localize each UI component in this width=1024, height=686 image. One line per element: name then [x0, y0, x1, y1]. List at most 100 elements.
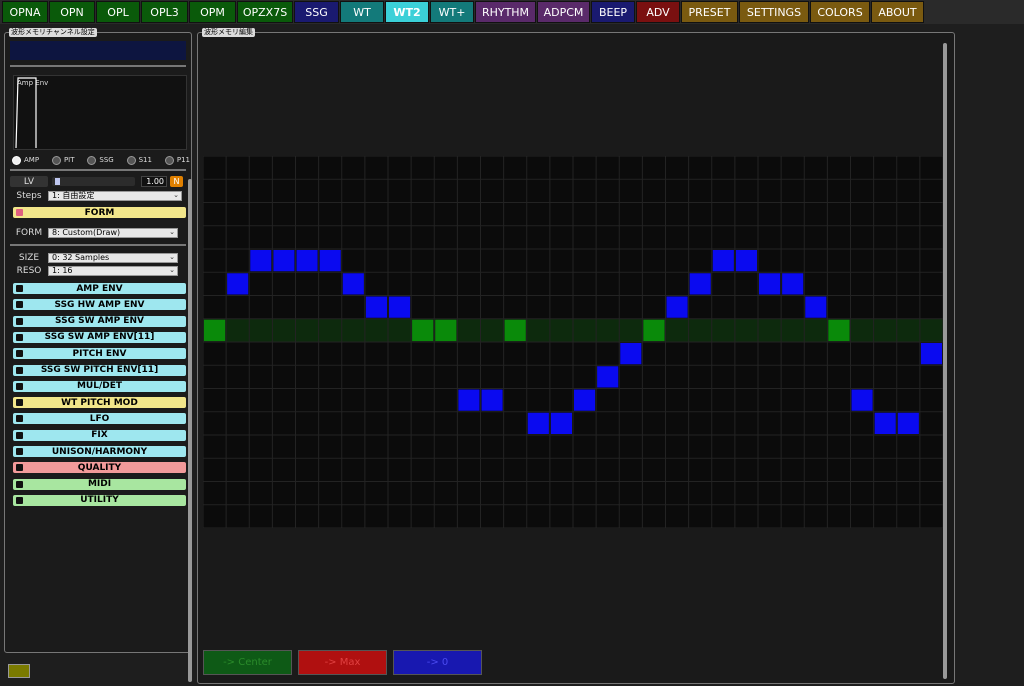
- tab-adpcm[interactable]: ADPCM: [537, 1, 590, 23]
- waveform-sample-cell[interactable]: [666, 296, 688, 318]
- section-bar-lfo[interactable]: LFO: [13, 413, 186, 425]
- section-bar-ssg-sw-pitch-env-11-[interactable]: SSG SW PITCH ENV[11]: [13, 364, 186, 376]
- section-bar-amp-env[interactable]: AMP ENV: [13, 283, 186, 294]
- waveform-grid[interactable]: [203, 156, 943, 528]
- waveform-sample-cell[interactable]: [897, 412, 919, 434]
- steps-select-value: 1: 自由設定: [52, 191, 95, 200]
- tab-wt[interactable]: WT: [340, 1, 384, 23]
- waveform-sample-cell[interactable]: [504, 319, 526, 341]
- lv-n-button[interactable]: N: [170, 176, 183, 187]
- waveform-sample-cell[interactable]: [874, 412, 896, 434]
- radio-label: SSG: [99, 156, 114, 164]
- section-bar-mul-det[interactable]: MUL/DET: [13, 380, 186, 392]
- right-scrollbar[interactable]: [943, 43, 947, 679]
- radio-dot-icon[interactable]: [87, 155, 97, 165]
- waveform-sample-cell[interactable]: [435, 319, 457, 341]
- reso-row: RESO 1: 16 ⌄: [10, 265, 186, 276]
- waveform-sample-cell[interactable]: [412, 319, 434, 341]
- radio-pit[interactable]: PIT: [51, 155, 75, 165]
- tab-beep[interactable]: BEEP: [591, 1, 635, 23]
- waveform-sample-cell[interactable]: [735, 250, 757, 272]
- to-center-button[interactable]: -> Center: [203, 650, 292, 675]
- radio-dot-icon[interactable]: [126, 155, 136, 165]
- section-bar-label: LFO: [89, 413, 110, 424]
- radio-dot-icon[interactable]: [164, 155, 174, 165]
- section-indicator-icon: [16, 415, 23, 423]
- waveform-sample-cell[interactable]: [597, 366, 619, 388]
- tab-opm[interactable]: OPM: [189, 1, 236, 23]
- waveform-sample-cell[interactable]: [920, 343, 942, 365]
- wavetable-channel-settings-panel: 波形メモリチャンネル設定 Amp Env AMP PIT SSG S11 P11 LV …: [4, 28, 192, 682]
- waveform-sample-cell[interactable]: [389, 296, 411, 318]
- section-bar-midi[interactable]: MIDI: [13, 478, 186, 490]
- lv-value[interactable]: 1.00: [141, 176, 167, 187]
- waveform-sample-cell[interactable]: [527, 412, 549, 434]
- tab-adv[interactable]: ADV: [636, 1, 680, 23]
- radio-amp[interactable]: AMP: [12, 155, 39, 165]
- section-bar-unison-harmony[interactable]: UNISON/HARMONY: [13, 446, 186, 457]
- tab-wt-[interactable]: WT+: [430, 1, 474, 23]
- reso-label: RESO: [16, 265, 42, 276]
- steps-select[interactable]: 1: 自由設定 ⌄: [48, 190, 182, 201]
- waveform-sample-cell[interactable]: [851, 389, 873, 411]
- waveform-sample-cell[interactable]: [620, 343, 642, 365]
- size-label: SIZE: [18, 252, 40, 263]
- waveform-grid-svg[interactable]: [203, 156, 943, 528]
- tab-opn[interactable]: OPN: [49, 1, 95, 23]
- waveform-sample-cell[interactable]: [782, 273, 804, 295]
- radio-s11[interactable]: S11: [126, 155, 152, 165]
- radio-label: S11: [138, 156, 152, 164]
- tab-opzx7s[interactable]: OPZX7S: [237, 1, 293, 23]
- size-row: SIZE 0: 32 Samples ⌄: [10, 252, 186, 263]
- section-bar-quality[interactable]: QUALITY: [13, 462, 186, 474]
- waveform-sample-cell[interactable]: [204, 319, 226, 341]
- section-bar-ssg-sw-amp-env-11-[interactable]: SSG SW AMP ENV[11]: [13, 331, 186, 343]
- section-bar-ssg-sw-amp-env[interactable]: SSG SW AMP ENV: [13, 315, 186, 327]
- tab-opl[interactable]: OPL: [96, 1, 140, 23]
- tab-opl3[interactable]: OPL3: [141, 1, 188, 23]
- waveform-sample-cell[interactable]: [458, 389, 480, 411]
- section-bar-utility[interactable]: UTILITY: [13, 494, 186, 506]
- radio-dot-icon[interactable]: [12, 155, 21, 165]
- tab-ssg[interactable]: SSG: [294, 1, 339, 23]
- radio-p11[interactable]: P11: [164, 155, 190, 165]
- tab-settings[interactable]: SETTINGS: [739, 1, 809, 23]
- waveform-sample-cell[interactable]: [759, 273, 781, 295]
- tab-colors[interactable]: COLORS: [810, 1, 870, 23]
- waveform-sample-cell[interactable]: [643, 319, 665, 341]
- waveform-sample-cell[interactable]: [273, 250, 295, 272]
- waveform-sample-cell[interactable]: [481, 389, 503, 411]
- waveform-sample-cell[interactable]: [805, 296, 827, 318]
- waveform-sample-cell[interactable]: [342, 273, 364, 295]
- section-bar-ssg-hw-amp-env[interactable]: SSG HW AMP ENV: [13, 299, 186, 311]
- to-zero-button[interactable]: -> 0: [393, 650, 482, 675]
- lv-slider-thumb[interactable]: [55, 178, 60, 185]
- waveform-sample-cell[interactable]: [550, 412, 572, 434]
- tab-opna[interactable]: OPNA: [2, 1, 48, 23]
- size-select[interactable]: 0: 32 Samples ⌄: [48, 252, 178, 263]
- waveform-sample-cell[interactable]: [250, 250, 272, 272]
- reso-select[interactable]: 1: 16 ⌄: [48, 265, 178, 276]
- waveform-sample-cell[interactable]: [227, 273, 249, 295]
- tab-preset[interactable]: PRESET: [681, 1, 738, 23]
- waveform-sample-cell[interactable]: [828, 319, 850, 341]
- waveform-sample-cell[interactable]: [712, 250, 734, 272]
- tab-wt2[interactable]: WT2: [385, 1, 429, 23]
- lv-slider[interactable]: [52, 177, 135, 186]
- waveform-sample-cell[interactable]: [574, 389, 596, 411]
- form-select[interactable]: 8: Custom(Draw) ⌄: [48, 227, 178, 238]
- to-max-button[interactable]: -> Max: [298, 650, 387, 675]
- radio-ssg[interactable]: SSG: [87, 155, 114, 165]
- waveform-sample-cell[interactable]: [689, 273, 711, 295]
- waveform-sample-cell[interactable]: [296, 250, 318, 272]
- section-bar-pitch-env[interactable]: PITCH ENV: [13, 348, 186, 360]
- waveform-sample-cell[interactable]: [319, 250, 341, 272]
- tab-about[interactable]: ABOUT: [871, 1, 924, 23]
- form-section-bar[interactable]: FORM: [13, 207, 186, 218]
- tab-rhythm[interactable]: RHYTHM: [475, 1, 536, 23]
- section-bar-fix[interactable]: FIX: [13, 429, 186, 441]
- section-bar-wt-pitch-mod[interactable]: WT PITCH MOD: [13, 397, 186, 409]
- radio-dot-icon[interactable]: [51, 155, 61, 165]
- waveform-sample-cell[interactable]: [365, 296, 387, 318]
- left-scrollbar[interactable]: [188, 179, 192, 682]
